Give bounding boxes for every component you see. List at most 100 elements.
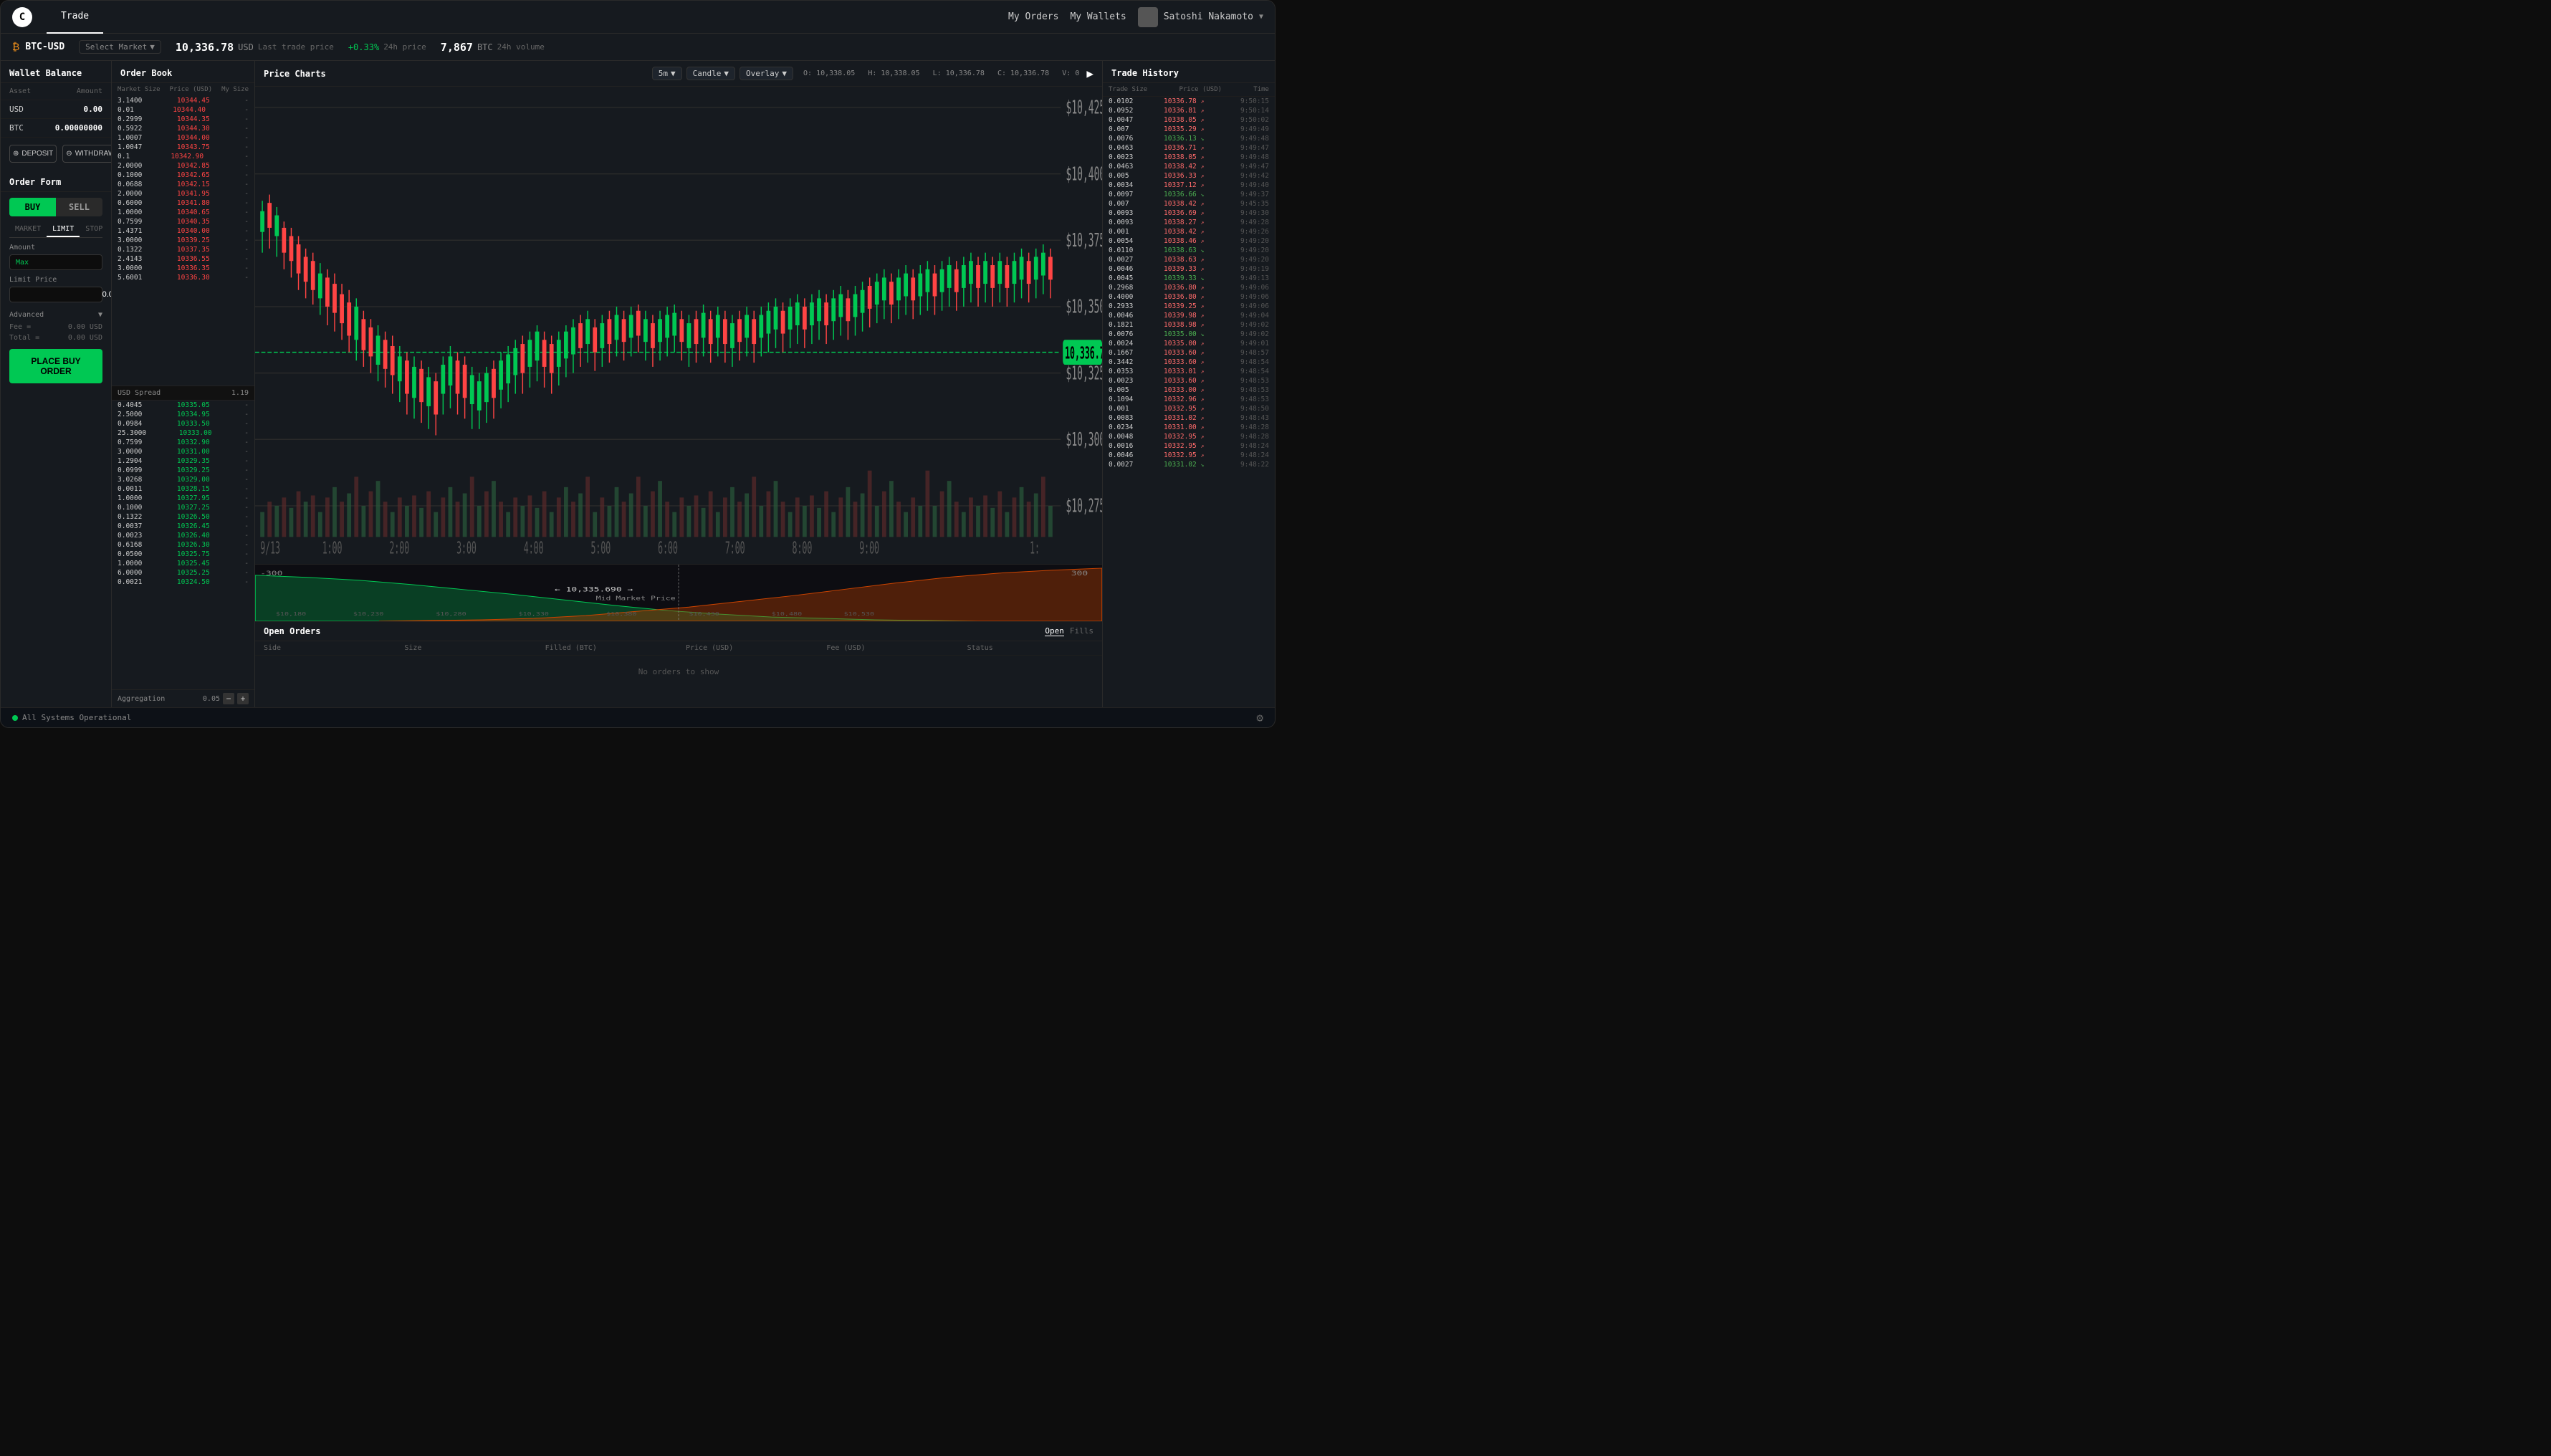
trade-price: 10337.12 ↗	[1164, 181, 1221, 189]
ob-bid-row: 3.0268 10329.00 -	[112, 475, 254, 484]
spread-value: 1.19	[231, 389, 249, 397]
ob-ask-my-size: -	[244, 246, 249, 254]
ob-ask-row: 2.0000 10342.85 -	[112, 161, 254, 171]
trade-history-row: 0.0234 10331.00 ↗ 9:48:28	[1103, 423, 1275, 432]
market-tab[interactable]: MARKET	[9, 222, 47, 237]
trade-time: 9:49:19	[1233, 265, 1269, 273]
limit-price-input[interactable]	[16, 290, 112, 299]
my-wallets-link[interactable]: My Wallets	[1070, 11, 1126, 22]
order-book-panel: Order Book Market Size Price (USD) My Si…	[112, 61, 255, 707]
ob-bid-price: 10329.00	[177, 476, 210, 484]
trade-price: 10331.02 ↗	[1164, 414, 1221, 422]
ob-ask-size: 1.0007	[118, 134, 142, 142]
trade-size: 0.001	[1109, 228, 1152, 236]
stop-tab[interactable]: STOP	[80, 222, 108, 237]
tab-trade[interactable]: Trade	[47, 1, 103, 34]
trade-history-row: 0.005 10333.00 ↗ 9:48:53	[1103, 385, 1275, 395]
ob-ask-my-size: -	[244, 218, 249, 226]
ob-bid-my-size: -	[244, 504, 249, 512]
ob-ask-row: 1.0047 10343.75 -	[112, 143, 254, 152]
trade-history-col-headers: Trade Size Price (USD) Time	[1103, 83, 1275, 97]
ob-bid-size: 0.0037	[118, 522, 142, 530]
chart-panel: Price Charts 5m ▼ Candle ▼ Overlay ▼	[255, 61, 1103, 707]
timeframe-selector[interactable]: 5m ▼	[652, 67, 682, 80]
trade-time: 9:50:15	[1233, 97, 1269, 105]
trade-price: 10331.00 ↗	[1164, 423, 1221, 431]
sell-tab[interactable]: SELL	[56, 198, 102, 216]
svg-text:← 10,335.690 →: ← 10,335.690 →	[555, 586, 633, 593]
ob-ask-my-size: -	[244, 153, 249, 161]
status-indicator: All Systems Operational	[12, 713, 131, 722]
ob-ask-size: 5.6001	[118, 274, 142, 282]
svg-text:10,336.78: 10,336.78	[1065, 344, 1102, 363]
select-market-button[interactable]: Select Market ▼	[79, 40, 161, 54]
trade-size: 0.007	[1109, 125, 1152, 133]
chart-panel-title: Price Charts	[264, 69, 326, 79]
limit-price-input-row: USD	[9, 287, 102, 302]
aggregation-label: Aggregation	[118, 695, 165, 703]
ob-ask-row: 0.1322 10337.35 -	[112, 245, 254, 254]
trade-price: 10338.42 ↗	[1164, 228, 1221, 236]
ob-ask-my-size: -	[244, 97, 249, 105]
ob-ask-my-size: -	[244, 236, 249, 244]
ob-ask-size: 1.0047	[118, 143, 142, 151]
ob-ask-my-size: -	[244, 134, 249, 142]
chart-expand-button[interactable]: ▶	[1086, 67, 1093, 80]
aggregation-increase[interactable]: +	[237, 693, 249, 704]
deposit-button[interactable]: ⊕ DEPOSIT	[9, 145, 57, 163]
wallet-balance-header: Wallet Balance	[1, 61, 111, 83]
max-button[interactable]: Max	[16, 259, 29, 267]
trade-size: 0.0045	[1109, 274, 1152, 282]
ob-bid-size: 0.0984	[118, 420, 142, 428]
ob-bid-row: 0.7599 10332.90 -	[112, 438, 254, 447]
place-order-button[interactable]: PLACE BUY ORDER	[9, 349, 102, 383]
trade-price: 10339.33 ↘	[1164, 274, 1221, 282]
trade-size: 0.0076	[1109, 135, 1152, 143]
ob-bid-row: 0.1000 10327.25 -	[112, 503, 254, 512]
trade-time: 9:49:48	[1233, 153, 1269, 161]
ob-bid-row: 0.6168 10326.30 -	[112, 540, 254, 550]
ob-bid-size: 1.2904	[118, 457, 142, 465]
ob-ask-my-size: -	[244, 274, 249, 282]
buy-tab[interactable]: BUY	[9, 198, 56, 216]
ob-bid-my-size: -	[244, 522, 249, 530]
open-tab[interactable]: Open	[1045, 626, 1064, 636]
ob-ask-my-size: -	[244, 199, 249, 207]
withdraw-button[interactable]: ⊖ WITHDRAW	[62, 145, 112, 163]
amount-input[interactable]	[32, 258, 112, 267]
ob-ask-price: 10342.65	[177, 171, 210, 179]
ob-bid-price: 10332.90	[177, 439, 210, 446]
limit-price-section: Limit Price USD	[1, 276, 111, 308]
fills-tab[interactable]: Fills	[1070, 626, 1093, 636]
candlestick-chart: $10,425 $10,400 $10,375 $10,350 $10,325 …	[255, 87, 1102, 564]
trade-size: 0.3442	[1109, 358, 1152, 366]
ob-bid-row: 0.0500 10325.75 -	[112, 550, 254, 559]
svg-text:4:00: 4:00	[524, 539, 544, 558]
ob-ask-my-size: -	[244, 209, 249, 216]
trade-size: 0.0083	[1109, 414, 1152, 422]
chart-type-selector[interactable]: Candle ▼	[686, 67, 735, 80]
trade-price: 10335.00 ↗	[1164, 340, 1221, 348]
trade-history-row: 0.2933 10339.25 ↗ 9:49:06	[1103, 302, 1275, 311]
settings-icon[interactable]: ⚙	[1256, 711, 1263, 724]
total-row: Total = 0.00 USD	[1, 332, 111, 343]
ob-bid-row: 0.0999 10329.25 -	[112, 466, 254, 475]
trade-history-row: 0.0048 10332.95 ↗ 9:48:28	[1103, 432, 1275, 441]
overlay-selector[interactable]: Overlay ▼	[740, 67, 793, 80]
ob-ask-my-size: -	[244, 162, 249, 170]
my-orders-link[interactable]: My Orders	[1008, 11, 1058, 22]
open-orders-header: Open Orders Open Fills	[255, 622, 1102, 641]
ob-bid-price: 10333.50	[177, 420, 210, 428]
aggregation-decrease[interactable]: −	[223, 693, 234, 704]
trade-price: 10339.25 ↗	[1164, 302, 1221, 310]
trade-history-row: 0.0027 10331.02 ↘ 9:48:22	[1103, 460, 1275, 469]
ob-bid-my-size: -	[244, 420, 249, 428]
price-change-value: +0.33%	[348, 42, 379, 52]
advanced-toggle[interactable]: Advanced ▼	[1, 308, 111, 322]
plus-icon: ⊕	[13, 150, 19, 158]
ob-bid-price: 10328.15	[177, 485, 210, 493]
limit-tab[interactable]: LIMIT	[47, 222, 80, 237]
ob-ask-row: 1.4371 10340.00 -	[112, 226, 254, 236]
ob-bid-size: 0.0023	[118, 532, 142, 540]
user-menu[interactable]: Satoshi Nakamoto ▼	[1138, 7, 1263, 27]
